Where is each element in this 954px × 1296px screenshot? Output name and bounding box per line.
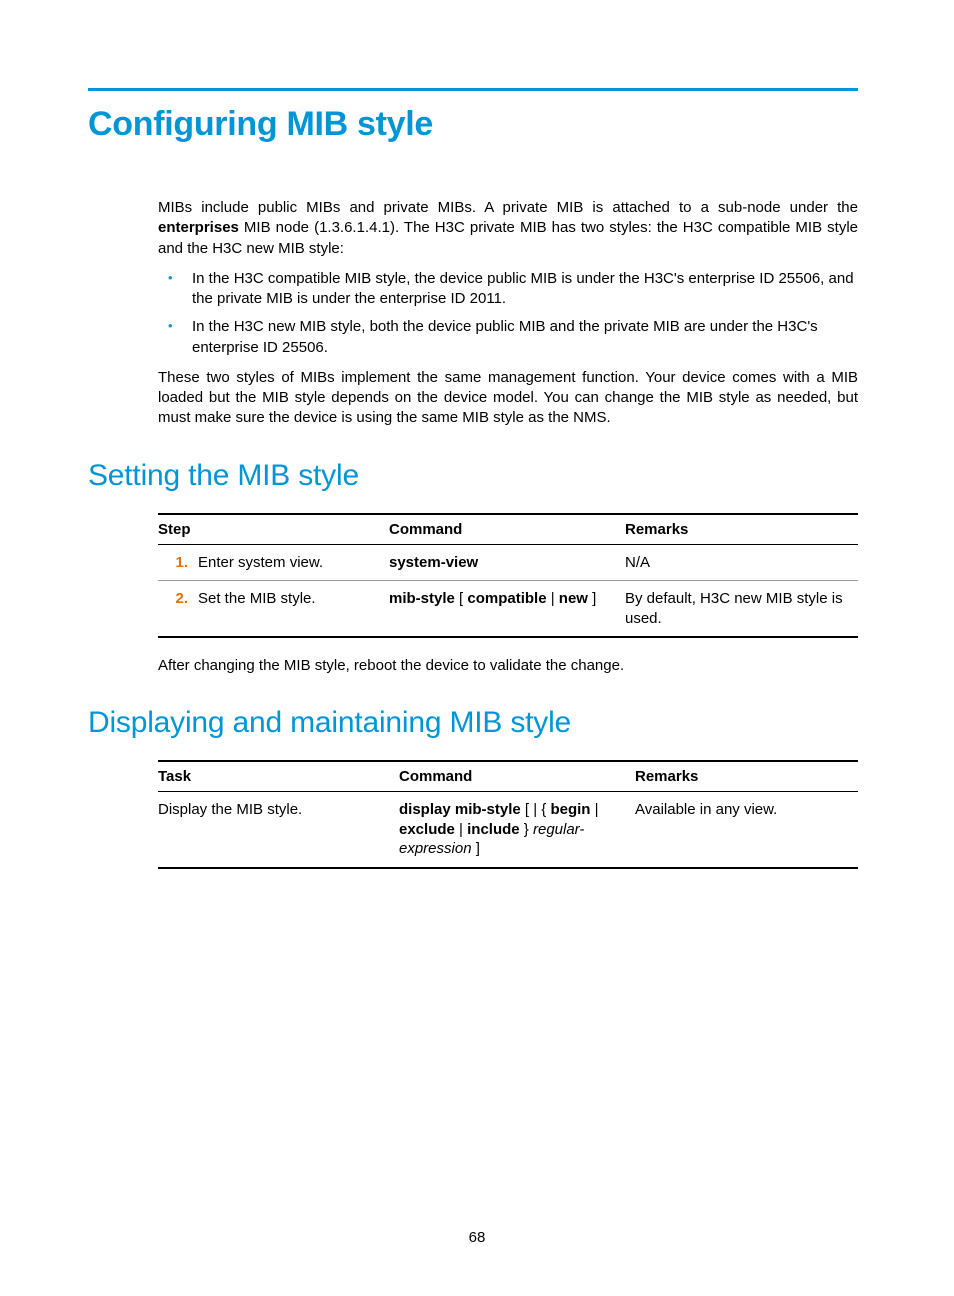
- step-desc: Enter system view.: [198, 544, 389, 581]
- cmd-b: mib-style: [389, 590, 455, 607]
- col-header-command: Command: [399, 761, 635, 792]
- col-header-task: Task: [158, 761, 399, 792]
- table-row: Display the MIB style. display mib-style…: [158, 792, 858, 868]
- page-title: Configuring MIB style: [88, 105, 858, 144]
- command-cell: mib-style [ compatible | new ]: [389, 581, 625, 638]
- col-header-remarks: Remarks: [625, 514, 858, 545]
- cmd-b: new: [559, 590, 588, 607]
- remarks-cell: By default, H3C new MIB style is used.: [625, 581, 858, 638]
- intro-text-1: MIBs include public MIBs and private MIB…: [158, 199, 858, 216]
- cmd-b: compatible: [467, 590, 546, 607]
- bullet-list: In the H3C compatible MIB style, the dev…: [158, 269, 858, 358]
- section-heading-displaying: Displaying and maintaining MIB style: [88, 706, 858, 740]
- table-row: 1. Enter system view. system-view N/A: [158, 544, 858, 581]
- bullet-item: In the H3C compatible MIB style, the dev…: [158, 269, 858, 310]
- top-rule: [88, 88, 858, 91]
- remarks-cell: Available in any view.: [635, 792, 858, 868]
- table-row: 2. Set the MIB style. mib-style [ compat…: [158, 581, 858, 638]
- cmd-t: }: [520, 821, 533, 838]
- intro-bold: enterprises: [158, 219, 239, 236]
- command-bold: system-view: [389, 554, 478, 571]
- cmd-t: |: [455, 821, 467, 838]
- cmd-t: |: [547, 590, 559, 607]
- page-number: 68: [0, 1229, 954, 1246]
- table1-block: Step Command Remarks 1. Enter system vie…: [158, 513, 858, 677]
- command-cell: display mib-style [ | { begin | exclude …: [399, 792, 635, 868]
- cmd-t: |: [590, 801, 598, 818]
- section-heading-setting: Setting the MIB style: [88, 459, 858, 493]
- remarks-cell: N/A: [625, 544, 858, 581]
- paragraph-2: These two styles of MIBs implement the s…: [158, 368, 858, 429]
- display-table: Task Command Remarks Display the MIB sty…: [158, 760, 858, 869]
- page-container: Configuring MIB style MIBs include publi…: [0, 0, 954, 1296]
- col-header-step: Step: [158, 514, 389, 545]
- after-table1-note: After changing the MIB style, reboot the…: [158, 656, 858, 676]
- cmd-b: begin: [550, 801, 590, 818]
- cmd-b: include: [467, 821, 520, 838]
- bullet-item: In the H3C new MIB style, both the devic…: [158, 317, 858, 358]
- intro-text-2: MIB node (1.3.6.1.4.1). The H3C private …: [158, 219, 858, 256]
- task-cell: Display the MIB style.: [158, 792, 399, 868]
- cmd-t: ]: [472, 840, 480, 857]
- cmd-t: ]: [588, 590, 596, 607]
- cmd-t: [ | {: [521, 801, 551, 818]
- col-header-command: Command: [389, 514, 625, 545]
- table2-block: Task Command Remarks Display the MIB sty…: [158, 760, 858, 869]
- step-number: 2.: [158, 581, 198, 638]
- intro-section: MIBs include public MIBs and private MIB…: [158, 198, 858, 429]
- step-number: 1.: [158, 544, 198, 581]
- cmd-b: display mib-style: [399, 801, 521, 818]
- cmd-t: [: [455, 590, 468, 607]
- cmd-b: exclude: [399, 821, 455, 838]
- setting-table: Step Command Remarks 1. Enter system vie…: [158, 513, 858, 639]
- intro-paragraph: MIBs include public MIBs and private MIB…: [158, 198, 858, 259]
- command-cell: system-view: [389, 544, 625, 581]
- col-header-remarks: Remarks: [635, 761, 858, 792]
- step-desc: Set the MIB style.: [198, 581, 389, 638]
